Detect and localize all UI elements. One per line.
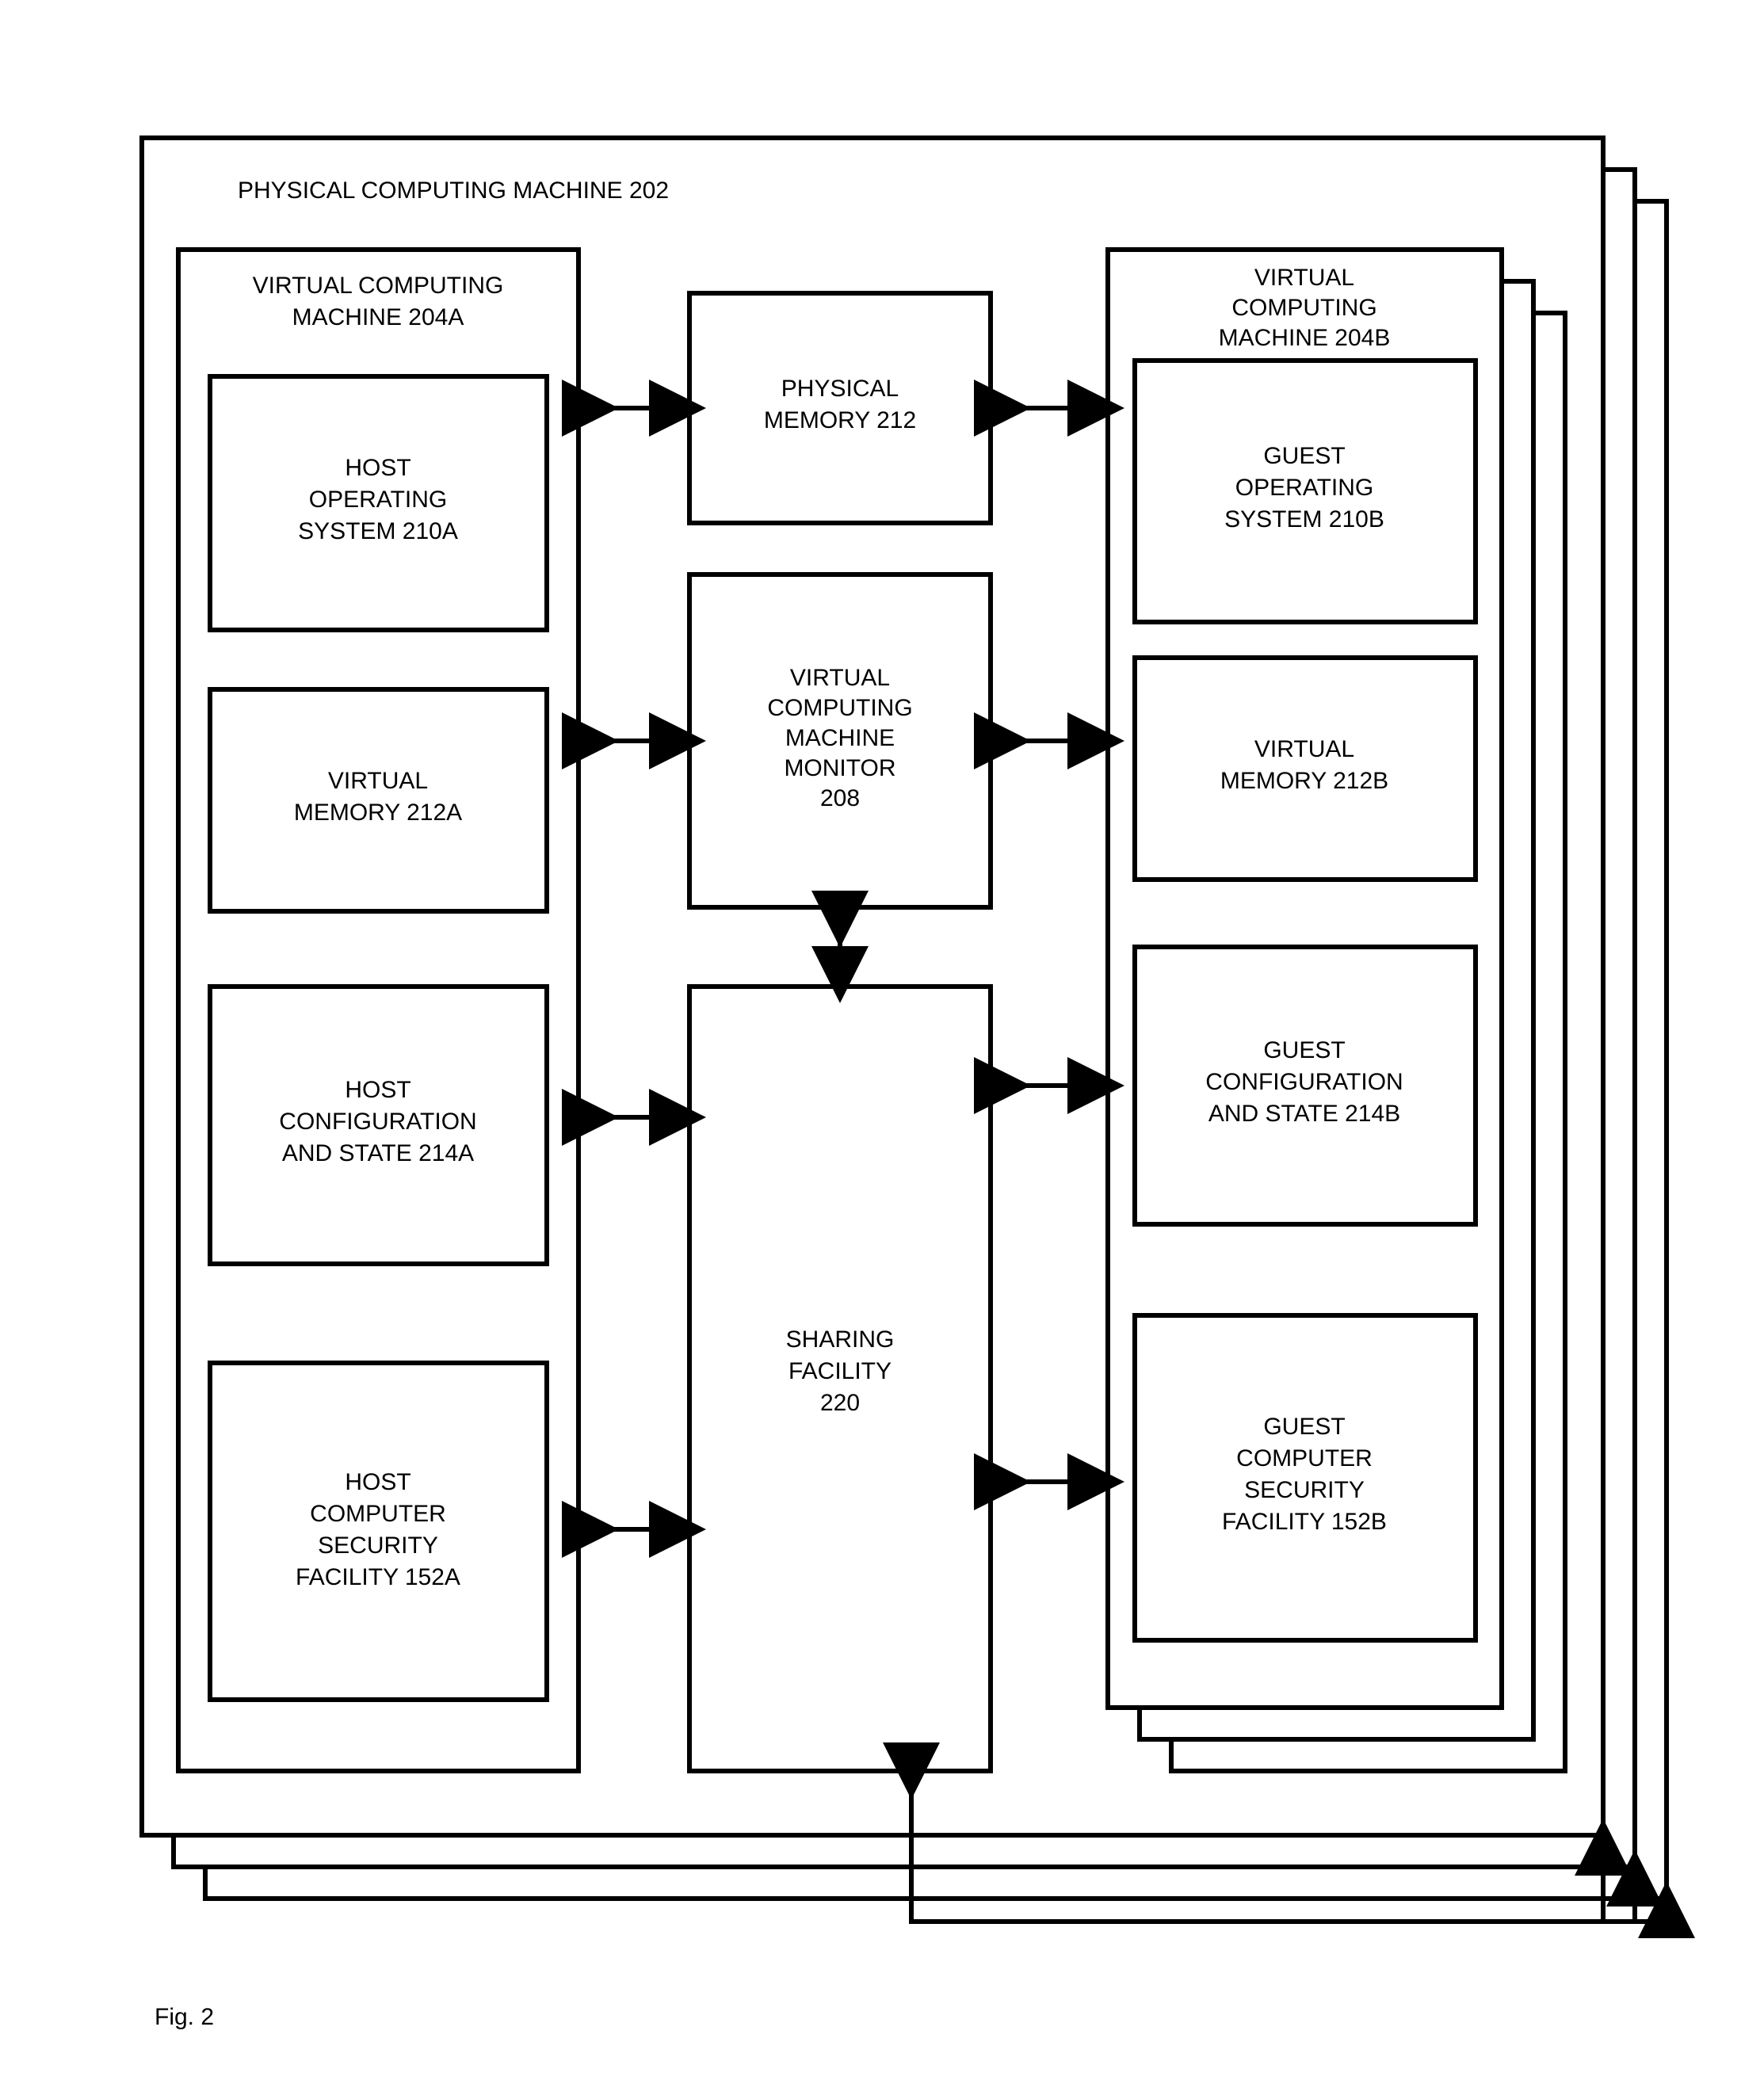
host-cfg-3: AND STATE 214A bbox=[282, 1140, 474, 1166]
vcm-host: VIRTUAL COMPUTING MACHINE 204A HOST OPER… bbox=[178, 250, 578, 1771]
guest-os-1: GUEST bbox=[1263, 443, 1345, 469]
vcm-guest-title-1: VIRTUAL bbox=[1254, 265, 1354, 291]
guest-cfg-2: CONFIGURATION bbox=[1205, 1069, 1403, 1095]
host-sec-box bbox=[210, 1363, 547, 1700]
host-cfg-1: HOST bbox=[345, 1077, 410, 1103]
guest-os-3: SYSTEM 210B bbox=[1224, 506, 1384, 532]
vcm-host-title-1: VIRTUAL COMPUTING bbox=[253, 273, 504, 299]
physical-machine-title: PHYSICAL COMPUTING MACHINE 202 bbox=[238, 177, 669, 204]
vcm-host-title-2: MACHINE 204A bbox=[292, 304, 464, 330]
mon-4: MONITOR bbox=[784, 755, 895, 781]
vcm-guest-title-3: MACHINE 204B bbox=[1219, 325, 1391, 351]
mon-1: VIRTUAL bbox=[790, 665, 890, 691]
sh-2: FACILITY bbox=[788, 1358, 892, 1384]
host-sec-4: FACILITY 152A bbox=[296, 1564, 460, 1590]
guest-sec-1: GUEST bbox=[1263, 1414, 1345, 1440]
host-sec-1: HOST bbox=[345, 1469, 410, 1495]
pm-2: MEMORY 212 bbox=[764, 407, 916, 433]
vcm-guest: VIRTUAL COMPUTING MACHINE 204B GUEST OPE… bbox=[1108, 250, 1502, 1708]
host-vmem-2: MEMORY 212A bbox=[294, 800, 462, 826]
host-cfg-2: CONFIGURATION bbox=[279, 1109, 476, 1135]
guest-sec-4: FACILITY 152B bbox=[1222, 1509, 1387, 1535]
guest-cfg-3: AND STATE 214B bbox=[1208, 1101, 1400, 1127]
guest-os-2: OPERATING bbox=[1235, 475, 1373, 501]
guest-sec-3: SECURITY bbox=[1244, 1477, 1365, 1503]
vcm-guest-title-2: COMPUTING bbox=[1231, 295, 1376, 321]
host-os-1: HOST bbox=[345, 455, 410, 481]
host-os-2: OPERATING bbox=[309, 487, 447, 513]
host-sec-2: COMPUTER bbox=[310, 1501, 446, 1527]
mon-3: MACHINE bbox=[785, 725, 895, 751]
host-sec-3: SECURITY bbox=[318, 1532, 438, 1559]
guest-vmem-1: VIRTUAL bbox=[1254, 736, 1354, 762]
guest-vmem-2: MEMORY 212B bbox=[1220, 768, 1388, 794]
sh-1: SHARING bbox=[786, 1326, 895, 1353]
host-vmem-1: VIRTUAL bbox=[328, 768, 428, 794]
guest-cfg-1: GUEST bbox=[1263, 1037, 1345, 1063]
figure-label: Fig. 2 bbox=[155, 2004, 214, 2030]
guest-sec-2: COMPUTER bbox=[1236, 1445, 1373, 1471]
host-os-3: SYSTEM 210A bbox=[298, 518, 458, 544]
pm-1: PHYSICAL bbox=[781, 376, 899, 402]
mon-5: 208 bbox=[820, 785, 860, 811]
mon-2: COMPUTING bbox=[767, 695, 912, 721]
sh-3: 220 bbox=[820, 1390, 860, 1416]
center-column: PHYSICAL MEMORY 212 VIRTUAL COMPUTING MA… bbox=[689, 293, 991, 1771]
